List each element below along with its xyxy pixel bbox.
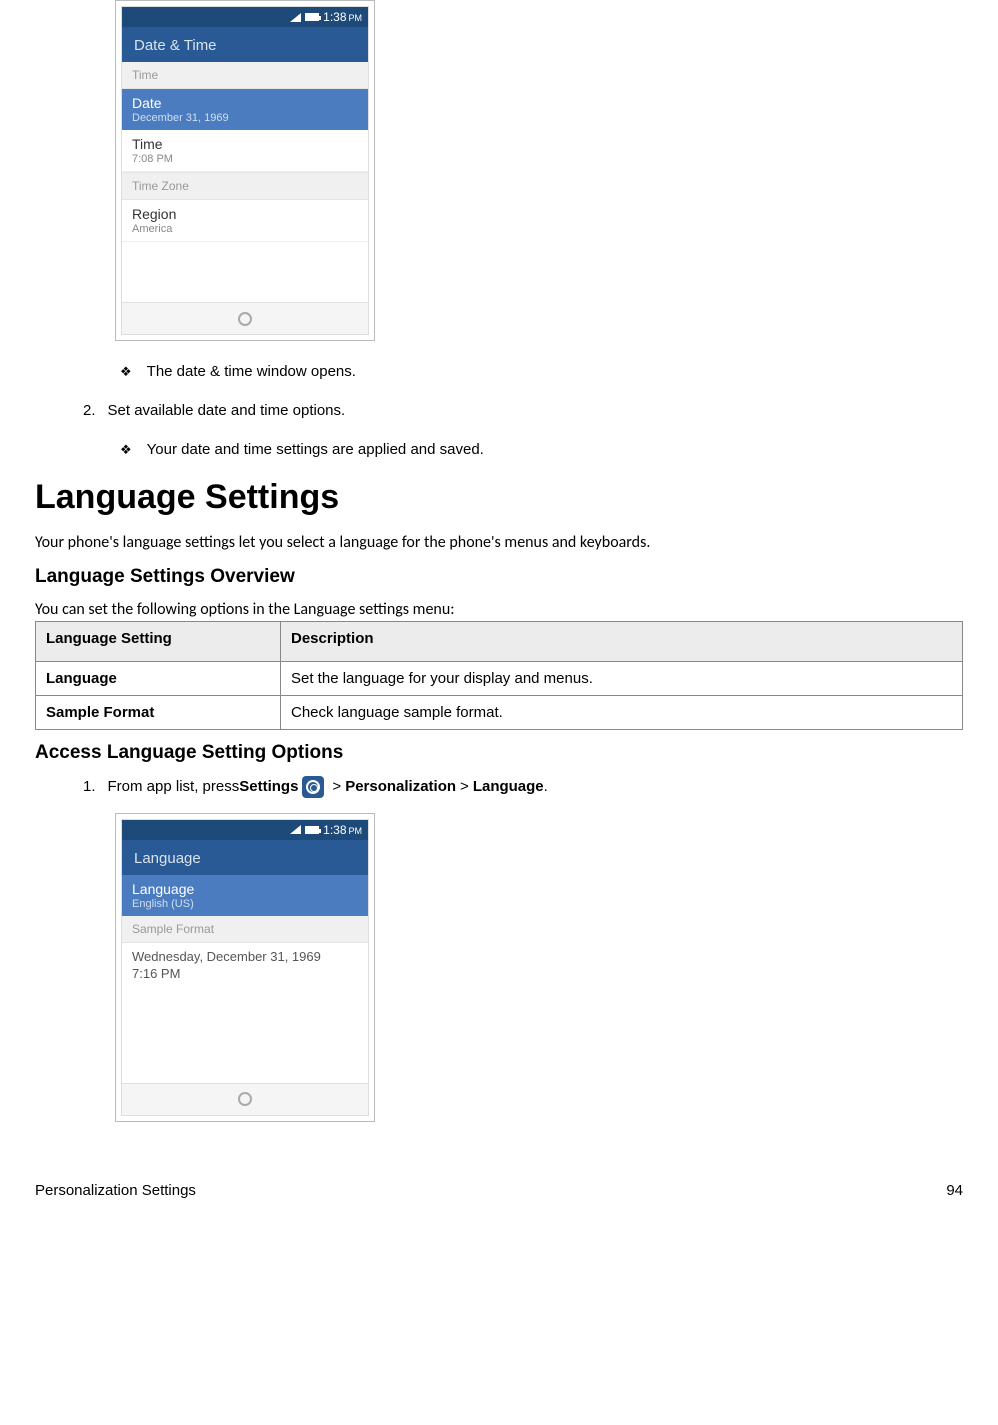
status-time: 1:38 PM: [323, 10, 362, 24]
footer-page-number: 94: [946, 1182, 963, 1199]
table-row: Language Set the language for your displ…: [36, 662, 963, 696]
region-label: Region: [132, 206, 358, 222]
status-bar: 1:38 PM: [122, 820, 368, 840]
empty-space: [122, 987, 368, 1077]
battery-icon: [305, 13, 319, 21]
sample-line1: Wednesday, December 31, 1969: [132, 949, 358, 964]
sample-line2: 7:16 PM: [132, 966, 358, 981]
heading-access-options: Access Language Setting Options: [35, 742, 963, 764]
battery-icon: [305, 826, 319, 834]
time-value: 7:08 PM: [132, 153, 358, 165]
page-footer: Personalization Settings 94: [35, 1182, 963, 1199]
bullet-text: Your date and time settings are applied …: [147, 439, 484, 460]
bullet-text: The date & time window opens.: [147, 361, 356, 382]
screen-title: Language: [122, 840, 368, 875]
table-row: Sample Format Check language sample form…: [36, 696, 963, 730]
heading-language-settings: Language Settings: [35, 478, 963, 517]
section-time-header: Time: [122, 62, 368, 89]
status-time-ampm: PM: [349, 826, 363, 836]
time-label: Time: [132, 136, 358, 152]
bullet-settings-saved: ❖ Your date and time settings are applie…: [120, 439, 963, 460]
signal-icon: [290, 13, 301, 22]
heading-overview: Language Settings Overview: [35, 566, 963, 588]
step-1: 1. From app list, press Settings > Perso…: [83, 776, 963, 799]
phone-inner: 1:38 PM Date & Time Time Date December 3…: [121, 6, 369, 335]
status-time-ampm: PM: [349, 13, 363, 23]
table-header-row: Language Setting Description: [36, 622, 963, 662]
table-header-description: Description: [281, 622, 963, 662]
intro-paragraph: Your phone's language settings let you s…: [35, 533, 963, 552]
table-cell-desc: Check language sample format.: [281, 696, 963, 730]
phone-screenshot-language: 1:38 PM Language Language English (US) S…: [115, 813, 375, 1122]
step-language-word: Language: [473, 776, 544, 799]
date-label: Date: [132, 95, 358, 111]
home-icon: [238, 1092, 252, 1106]
table-cell-label: Sample Format: [36, 696, 281, 730]
time-row: Time 7:08 PM: [122, 130, 368, 172]
status-time-value: 1:38: [323, 823, 346, 837]
language-label: Language: [132, 881, 358, 897]
region-value: America: [132, 223, 358, 235]
screen-title: Date & Time: [122, 27, 368, 62]
step-suffix: .: [544, 776, 548, 799]
nav-bar: [122, 1083, 368, 1115]
diamond-bullet-icon: ❖: [120, 363, 132, 381]
step-settings-word: Settings: [239, 776, 298, 799]
bullet-date-time-opens: ❖ The date & time window opens.: [120, 361, 963, 382]
step-number: 1.: [83, 776, 96, 799]
step-personalization-word: Personalization: [345, 776, 456, 799]
gear-icon: [306, 780, 320, 794]
footer-section-title: Personalization Settings: [35, 1182, 196, 1199]
breadcrumb-separator: >: [332, 776, 341, 799]
step-number: 2.: [83, 400, 96, 421]
language-settings-table: Language Setting Description Language Se…: [35, 621, 963, 730]
status-bar: 1:38 PM: [122, 7, 368, 27]
language-row-selected: Language English (US): [122, 875, 368, 916]
step-prefix: From app list, press: [108, 776, 240, 799]
breadcrumb-separator: >: [460, 776, 469, 799]
date-value: December 31, 1969: [132, 112, 358, 124]
timezone-header: Time Zone: [122, 172, 368, 200]
region-row: Region America: [122, 200, 368, 242]
sample-body: Wednesday, December 31, 1969 7:16 PM: [122, 943, 368, 1083]
table-header-setting: Language Setting: [36, 622, 281, 662]
sample-format-header: Sample Format: [122, 916, 368, 943]
language-value: English (US): [132, 898, 358, 910]
diamond-bullet-icon: ❖: [120, 441, 132, 459]
phone-inner: 1:38 PM Language Language English (US) S…: [121, 819, 369, 1116]
home-icon: [238, 312, 252, 326]
table-cell-desc: Set the language for your display and me…: [281, 662, 963, 696]
table-cell-label: Language: [36, 662, 281, 696]
status-time: 1:38 PM: [323, 823, 362, 837]
signal-icon: [290, 825, 301, 834]
status-time-value: 1:38: [323, 10, 346, 24]
nav-bar: [122, 302, 368, 334]
overview-subtext: You can set the following options in the…: [35, 600, 963, 619]
step-2: 2. Set available date and time options.: [83, 400, 963, 421]
phone-screenshot-date-time: 1:38 PM Date & Time Time Date December 3…: [115, 0, 375, 341]
empty-space: [122, 242, 368, 302]
sample-format-row: Wednesday, December 31, 1969 7:16 PM: [122, 943, 368, 987]
step-text: Set available date and time options.: [108, 400, 346, 421]
settings-icon: [302, 776, 324, 798]
date-row-selected: Date December 31, 1969: [122, 89, 368, 130]
